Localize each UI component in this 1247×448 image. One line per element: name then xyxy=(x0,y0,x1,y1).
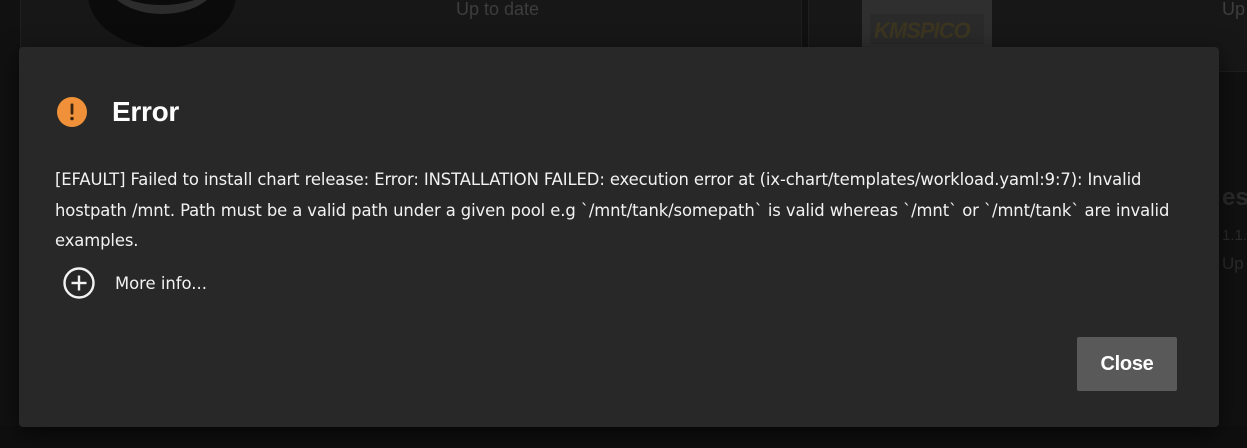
dialog-header: Error xyxy=(56,94,179,130)
more-info-toggle[interactable]: More info... xyxy=(62,266,207,300)
close-button[interactable]: Close xyxy=(1077,337,1177,391)
warning-circle-icon xyxy=(57,97,87,127)
dialog-title: Error xyxy=(112,96,179,127)
error-dialog: Error [EFAULT] Failed to install chart r… xyxy=(19,47,1219,427)
background-app-title-fragment: esh xyxy=(1222,184,1247,211)
background-kmspico-logo: KMSPICO xyxy=(862,0,992,47)
screen: Up to date Up KMSPICO esh 1.1. Up Error … xyxy=(0,0,1247,448)
background-status-text: Up xyxy=(1222,0,1246,19)
more-info-label: More info... xyxy=(115,273,207,293)
background-kmspico-logo-text: KMSPICO xyxy=(874,18,971,43)
background-status-text: Up to date xyxy=(456,0,540,19)
background-app-status-fragment: Up xyxy=(1222,254,1244,273)
background-app-version-fragment: 1.1. xyxy=(1222,227,1247,244)
error-message: [EFAULT] Failed to install chart release… xyxy=(55,170,1170,250)
plus-circle-icon xyxy=(63,267,95,299)
background-bottom-strip xyxy=(0,426,1247,448)
